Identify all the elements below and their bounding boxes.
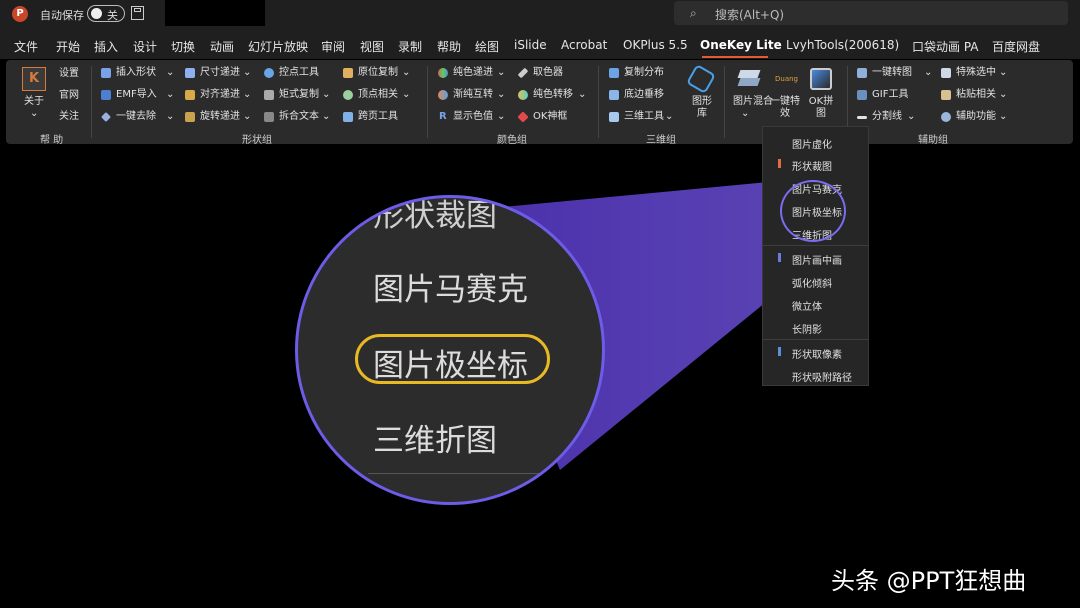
- group-marker-icon: [778, 253, 781, 262]
- magnifier-circle: 形状裁图 图片马赛克 图片极坐标 三维折图: [295, 195, 605, 505]
- dropdown-item-picture-in-picture[interactable]: 图片画中画: [792, 252, 842, 267]
- dropdown-item-shape-pixel[interactable]: 形状取像素: [792, 346, 842, 361]
- magnified-item-polar-coordinates: 图片极坐标: [373, 348, 528, 384]
- group-marker-icon: [778, 159, 781, 168]
- magnified-item-mosaic: 图片马赛克: [373, 272, 528, 308]
- dropdown-divider: [763, 339, 868, 340]
- dropdown-divider: [763, 245, 868, 246]
- dropdown-item-arc-tilt[interactable]: 弧化倾斜: [792, 275, 832, 290]
- watermark-text: 头条 @PPT狂想曲: [831, 567, 1027, 595]
- group-marker-icon: [778, 347, 781, 356]
- magnifier-divider: [368, 473, 602, 474]
- image-effects-dropdown: 图片虚化 形状裁图 图片马赛克 图片极坐标 三维折图 图片画中画 弧化倾斜 微立…: [762, 126, 869, 386]
- dropdown-item-blur[interactable]: 图片虚化: [792, 136, 832, 151]
- magnified-item-3d-fold: 三维折图: [373, 423, 497, 459]
- magnified-item-shape-crop: 形状裁图: [373, 198, 497, 234]
- dropdown-item-shape-path-snap[interactable]: 形状吸附路径: [792, 369, 852, 384]
- dropdown-item-shape-crop[interactable]: 形状裁图: [792, 158, 832, 173]
- dropdown-item-long-shadow[interactable]: 长阴影: [792, 321, 822, 336]
- dropdown-item-micro-3d[interactable]: 微立体: [792, 298, 822, 313]
- selection-ring-small: [780, 180, 846, 242]
